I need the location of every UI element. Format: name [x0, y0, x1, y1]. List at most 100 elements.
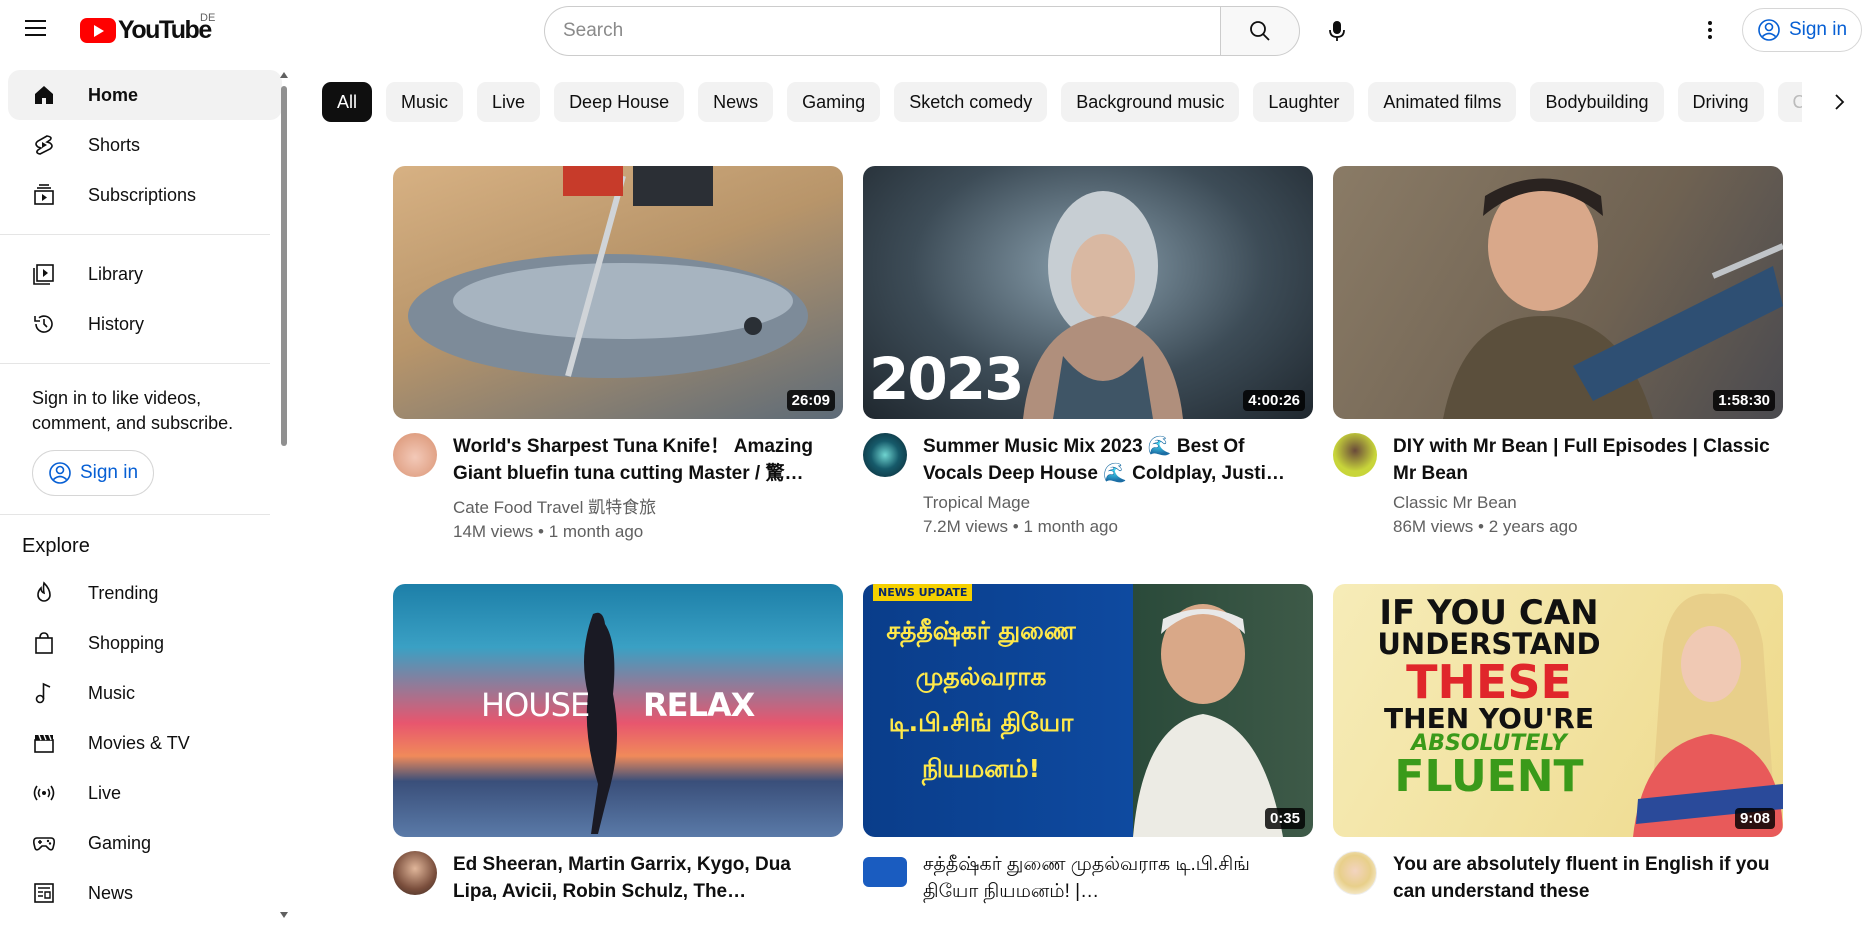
gamepad-icon: [30, 829, 58, 857]
sign-in-prompt: Sign in to like videos, comment, and sub…: [32, 388, 234, 433]
video-title[interactable]: Summer Music Mix 2023 🌊 Best Of Vocals D…: [923, 433, 1303, 487]
sidebar-item-library[interactable]: Library: [8, 249, 282, 299]
silhouette-illustration: [584, 612, 617, 834]
account-icon: [49, 462, 71, 484]
search-button[interactable]: [1220, 6, 1300, 56]
filter-chip[interactable]: Sketch comedy: [894, 82, 1048, 122]
clapperboard-icon: [30, 729, 58, 757]
filter-chip[interactable]: Background music: [1061, 82, 1240, 122]
video-title[interactable]: You are absolutely fluent in English if …: [1393, 851, 1773, 905]
chips-next-button[interactable]: [1820, 82, 1860, 122]
filter-chip-bar: All Music Live Deep House News Gaming Sketch c…: [322, 82, 1802, 122]
thumbnail-overlay-left: HOUSE: [481, 686, 590, 724]
search-bar: [544, 6, 1300, 56]
sign-in-label: Sign in: [1788, 19, 1848, 40]
account-icon: [1758, 19, 1780, 41]
library-icon: [30, 260, 58, 288]
filter-chip[interactable]: Driving: [1677, 82, 1764, 122]
sidebar-item-label: Live: [88, 782, 122, 803]
channel-name[interactable]: Cate Food Travel 凱特食旅: [453, 493, 833, 518]
video-stats: 86M views • 2 years ago: [1393, 517, 1578, 536]
channel-avatar[interactable]: [393, 433, 437, 477]
sidebar-item-label: Shorts: [88, 134, 141, 155]
video-card: NEWS UPDATE சத்தீஷ்கர் துணை முதல்வராக டி…: [863, 584, 1313, 905]
youtube-play-icon: [80, 18, 116, 43]
channel-name[interactable]: Tropical Mage: [923, 493, 1303, 513]
top-bar: YouTube DE Sign in: [0, 0, 1865, 56]
sidebar-item-trending[interactable]: Trending: [8, 568, 282, 618]
sidebar-item-label: Library: [88, 263, 144, 284]
sidebar-item-music[interactable]: Music: [8, 668, 282, 718]
sidebar-item-news[interactable]: News: [8, 868, 282, 918]
video-card: 26:09 World's Sharpest Tuna Knife！ Amazi…: [393, 166, 843, 542]
video-thumbnail[interactable]: 26:09: [393, 166, 843, 419]
sidebar-item-label: Subscriptions: [88, 184, 197, 205]
sidebar-item-live[interactable]: Live: [8, 768, 282, 818]
scroll-down-arrow-icon[interactable]: [280, 912, 288, 918]
channel-name[interactable]: Classic Mr Bean: [1393, 493, 1773, 513]
headline-line-6: FLUENT: [1394, 751, 1584, 802]
filter-chip[interactable]: Bodybuilding: [1530, 82, 1664, 122]
video-card: HOUSE RELAX Ed Sheeran, Martin Garrix, K…: [393, 584, 843, 905]
sidebar-item-movies[interactable]: Movies & TV: [8, 718, 282, 768]
video-stats: 14M views • 1 month ago: [453, 522, 644, 541]
filter-chip[interactable]: Co: [1777, 82, 1802, 122]
video-card: 1:58:30 DIY with Mr Bean | Full Episodes…: [1333, 166, 1783, 542]
channel-avatar[interactable]: [863, 433, 907, 477]
channel-avatar[interactable]: [1333, 433, 1377, 477]
filter-chip[interactable]: News: [698, 82, 774, 122]
sidebar-item-label: History: [88, 313, 145, 334]
channel-avatar[interactable]: [863, 857, 907, 887]
video-duration: 26:09: [786, 390, 835, 411]
sidebar-item-history[interactable]: History: [8, 299, 282, 349]
sign-in-button[interactable]: Sign in: [1742, 8, 1862, 52]
video-title[interactable]: சத்தீஷ்கர் துணை முதல்வராக டி.பி.சிங் திய…: [923, 851, 1303, 905]
tuna-illustration: [408, 166, 808, 378]
video-duration: 1:58:30: [1713, 390, 1775, 411]
video-thumbnail[interactable]: 1:58:30: [1333, 166, 1783, 419]
video-grid: 26:09 World's Sharpest Tuna Knife！ Amazi…: [393, 166, 1785, 905]
settings-menu-button[interactable]: [1690, 10, 1730, 50]
newspaper-icon: [30, 879, 58, 907]
video-title[interactable]: DIY with Mr Bean | Full Episodes | Class…: [1393, 433, 1773, 487]
search-input[interactable]: [544, 6, 1220, 56]
voice-search-button[interactable]: [1316, 10, 1358, 52]
headline-line-4: THEN YOU'RE: [1384, 702, 1594, 735]
filter-chip[interactable]: All: [322, 82, 373, 122]
sidebar-item-shopping[interactable]: Shopping: [8, 618, 282, 668]
guide-sidebar: Home Shorts Subscriptions Library Histor…: [0, 70, 290, 925]
filter-chip[interactable]: Music: [386, 82, 464, 122]
headline-line-3: THESE: [1406, 655, 1572, 709]
video-title[interactable]: Ed Sheeran, Martin Garrix, Kygo, Dua Lip…: [453, 851, 833, 905]
filter-chip[interactable]: Live: [477, 82, 541, 122]
sidebar-item-subscriptions[interactable]: Subscriptions: [8, 170, 282, 220]
filter-chip[interactable]: Deep House: [554, 82, 685, 122]
view-count: 7.2M views: [923, 517, 1009, 536]
channel-avatar[interactable]: [1333, 851, 1377, 895]
video-thumbnail[interactable]: NEWS UPDATE சத்தீஷ்கர் துணை முதல்வராக டி…: [863, 584, 1313, 837]
sidebar-sign-in-button[interactable]: Sign in: [32, 450, 154, 496]
filter-chip[interactable]: Gaming: [787, 82, 881, 122]
channel-avatar[interactable]: [393, 851, 437, 895]
filter-chip[interactable]: Animated films: [1368, 82, 1517, 122]
video-thumbnail[interactable]: HOUSE RELAX: [393, 584, 843, 837]
scrollbar-thumb[interactable]: [281, 86, 287, 446]
sidebar-item-home[interactable]: Home: [8, 70, 282, 120]
guide-menu-button[interactable]: [17, 14, 57, 42]
video-title[interactable]: World's Sharpest Tuna Knife！ Amazing Gia…: [453, 433, 833, 487]
youtube-logo[interactable]: YouTube: [80, 16, 212, 45]
video-card: 2023 4:00:26 Summer Music Mix 2023 🌊 Bes…: [863, 166, 1313, 542]
logo-text: YouTube: [118, 16, 212, 44]
video-card: IF YOU CAN UNDERSTAND THESE THEN YOU'RE …: [1333, 584, 1783, 905]
sidebar-item-label: Trending: [88, 582, 159, 603]
filter-chip[interactable]: Laughter: [1253, 82, 1355, 122]
music-note-icon: [30, 679, 58, 707]
trending-icon: [30, 579, 58, 607]
upload-age: 1 month ago: [1023, 517, 1118, 536]
sidebar-scrollbar[interactable]: [280, 72, 288, 922]
sidebar-item-shorts[interactable]: Shorts: [8, 120, 282, 170]
video-thumbnail[interactable]: IF YOU CAN UNDERSTAND THESE THEN YOU'RE …: [1333, 584, 1783, 837]
scroll-up-arrow-icon[interactable]: [280, 72, 288, 78]
sidebar-item-gaming[interactable]: Gaming: [8, 818, 282, 868]
video-thumbnail[interactable]: 2023 4:00:26: [863, 166, 1313, 419]
